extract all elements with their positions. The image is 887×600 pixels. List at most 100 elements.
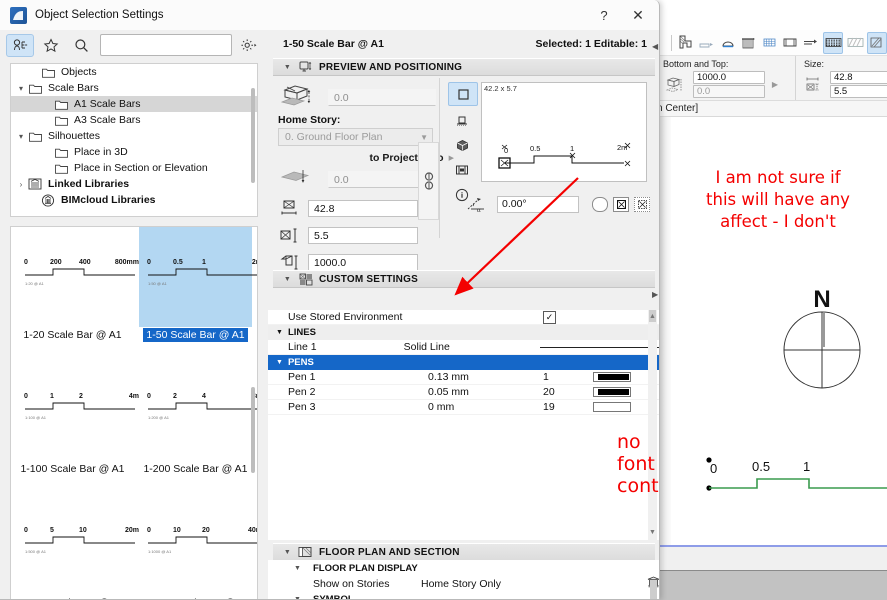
library-settings-gear-icon[interactable] bbox=[236, 35, 262, 56]
floor-plan-row-control[interactable] bbox=[529, 576, 659, 591]
tree-item-place-in-3d[interactable]: Place in 3D bbox=[11, 144, 257, 160]
top-value-field[interactable]: 0.0 bbox=[693, 85, 765, 98]
home-story-select[interactable]: 0. Ground Floor Plan ▼ bbox=[278, 128, 433, 146]
tree-item-scale-bars[interactable]: ▾ Scale Bars bbox=[11, 80, 257, 96]
preview-mode-iconbar[interactable] bbox=[448, 82, 478, 209]
library-item[interactable]: 0 200 400 800mm 1:20 @ A1 1-20 Scale Bar @ A1 bbox=[11, 227, 139, 361]
mirror-x-button[interactable] bbox=[613, 196, 629, 212]
library-item[interactable]: 0 0.5 1 2m 1:50 @ A1 1-50 Scale Bar @ A1 bbox=[134, 227, 257, 361]
tree-item-silhouettes[interactable]: ▾ Silhouettes bbox=[11, 128, 257, 144]
width-field[interactable]: 42.8 bbox=[308, 199, 418, 217]
settings-row[interactable]: Pen 2 0.05 mm 20 bbox=[268, 385, 659, 400]
custom-settings-group-pens[interactable]: ▼ PENS bbox=[268, 355, 659, 370]
custom-settings-list[interactable]: Use Stored Environment ✓ ▼ LINES Line 1 Sol… bbox=[268, 310, 659, 540]
tree-twisty-icon[interactable]: ▾ bbox=[15, 132, 27, 141]
library-item[interactable]: 051020m1:500 @ A11-500 Scale Bar @ A1 bbox=[11, 495, 139, 599]
settings-row-number[interactable]: 19 bbox=[543, 401, 593, 413]
library-item-thumbnail[interactable]: 0 200 400 800mm 1:20 @ A1 bbox=[16, 227, 139, 327]
search-icon[interactable] bbox=[68, 35, 94, 56]
beam-tool-icon[interactable] bbox=[781, 33, 799, 53]
mirror-y-button[interactable] bbox=[634, 196, 650, 212]
help-button[interactable]: ? bbox=[587, 1, 621, 29]
settings-row-value[interactable]: 0 mm bbox=[428, 401, 543, 413]
tree-item-bimcloud-libraries[interactable]: BIMcloud Libraries bbox=[11, 192, 257, 208]
library-item[interactable]: 0 1 2 4m 1:100 @ A1 1-100 Scale Bar @ A1 bbox=[11, 361, 139, 495]
close-button[interactable]: ✕ bbox=[621, 1, 655, 29]
roof-tool-icon[interactable] bbox=[719, 33, 737, 53]
custom-settings-group-lines[interactable]: ▼ LINES bbox=[268, 325, 659, 340]
pen-color-swatch[interactable] bbox=[593, 372, 631, 382]
mirror-none-button[interactable] bbox=[592, 196, 608, 212]
grid-scrollbar[interactable] bbox=[251, 387, 255, 473]
custom-settings-section-header[interactable]: ▼ CUSTOM SETTINGS bbox=[273, 270, 655, 288]
library-item-thumbnail[interactable]: 0 1 2 4m 1:100 @ A1 bbox=[16, 361, 139, 461]
fill-hatch-tool-icon[interactable] bbox=[823, 31, 844, 54]
floor-plan-section-header[interactable]: ▼ FLOOR PLAN AND SECTION bbox=[273, 543, 655, 561]
tree-scrollbar[interactable] bbox=[251, 88, 255, 183]
use-stored-environment-checkbox[interactable]: ✓ bbox=[543, 310, 556, 324]
settings-row[interactable]: Pen 3 0 mm 19 bbox=[268, 400, 659, 415]
scroll-down-arrow-icon[interactable]: ▼ bbox=[648, 528, 657, 537]
tree-item-objects[interactable]: Objects bbox=[11, 64, 257, 80]
preview-2d-symbol-icon[interactable] bbox=[448, 82, 478, 106]
object-preview[interactable]: 42.2 x 5.7 0 0.5 1 2m bbox=[481, 82, 647, 182]
library-item-grid[interactable]: 0 200 400 800mm 1:20 @ A1 1-20 Scale Bar @ A1… bbox=[10, 226, 258, 599]
library-item-thumbnail[interactable]: 0 10 20 40m 1:1000 @ A1 bbox=[139, 495, 257, 595]
library-item-thumbnail[interactable]: 0248m1:200 @ A1 bbox=[139, 361, 257, 461]
slab-tool-icon[interactable] bbox=[698, 33, 716, 53]
floor-plan-subgroup-symbol[interactable]: ▼ SYMBOL bbox=[268, 591, 659, 600]
settings-row-value[interactable]: 0.13 mm bbox=[428, 371, 543, 383]
settings-row[interactable]: Line 1 Solid Line bbox=[268, 340, 659, 355]
preview-positioning-section-header[interactable]: ▼ PREVIEW AND POSITIONING bbox=[273, 58, 655, 76]
search-input[interactable] bbox=[101, 35, 231, 55]
library-item-thumbnail[interactable]: 0 5 10 20m 1:500 @ A1 bbox=[16, 495, 139, 595]
settings-row-swatch[interactable] bbox=[540, 346, 659, 348]
panel-collapse-right-icon[interactable]: ▶ bbox=[652, 290, 659, 300]
pen-color-swatch[interactable] bbox=[593, 387, 631, 397]
use-stored-environment-checkbox-cell[interactable]: ✓ bbox=[543, 310, 593, 324]
fill-edge-tool-icon[interactable] bbox=[867, 31, 887, 54]
floor-plan-settings-list[interactable]: ▼ FLOOR PLAN DISPLAY Show on Stories Home S… bbox=[268, 560, 659, 600]
use-stored-environment-row[interactable]: Use Stored Environment ✓ bbox=[268, 310, 659, 325]
pen-color-swatch[interactable] bbox=[593, 402, 631, 412]
library-search-box[interactable] bbox=[100, 34, 232, 56]
column-tool-icon[interactable] bbox=[740, 33, 758, 53]
bottom-value-field[interactable]: 1000.0 bbox=[693, 71, 765, 84]
tree-item-linked-libraries[interactable]: › Linked Libraries bbox=[11, 176, 257, 192]
corner-tool-icon[interactable] bbox=[677, 33, 695, 53]
preview-elevation-icon[interactable] bbox=[448, 109, 476, 131]
floor-plan-scrollbar[interactable] bbox=[650, 580, 657, 599]
fill-light-tool-icon[interactable] bbox=[846, 33, 864, 53]
settings-row-number[interactable]: 20 bbox=[543, 386, 593, 398]
tree-item-a1-scale-bars[interactable]: A1 Scale Bars bbox=[11, 96, 257, 112]
library-tree[interactable]: Objects ▾ Scale Bars A1 Scale Bars A3 Scale … bbox=[10, 63, 258, 217]
height-field[interactable]: 5.5 bbox=[308, 226, 418, 244]
floor-plan-subgroup-floor-plan-display[interactable]: ▼ FLOOR PLAN DISPLAY bbox=[268, 560, 659, 576]
floor-plan-row[interactable]: Show on Stories Home Story Only bbox=[268, 576, 659, 591]
settings-row[interactable]: Pen 1 0.13 mm 1 bbox=[268, 370, 659, 385]
tree-twisty-icon[interactable]: ▾ bbox=[15, 84, 27, 93]
settings-row-number[interactable]: 1 bbox=[543, 371, 593, 383]
library-item-thumbnail[interactable]: 0 0.5 1 2m 1:50 @ A1 bbox=[139, 227, 257, 327]
grid-tool-icon[interactable] bbox=[761, 33, 779, 53]
library-item[interactable]: 0 10 20 40m 1:1000 @ A1 1-1000 Scale Bar @ A1 bbox=[134, 495, 257, 599]
background-info-bar[interactable]: Bottom and Top: 1000.0 0.0 ▶ Size: 42.8 bbox=[655, 56, 887, 101]
tree-item-a3-scale-bars[interactable]: A3 Scale Bars bbox=[11, 112, 257, 128]
arrow-tool-icon[interactable] bbox=[802, 33, 820, 53]
scroll-up-arrow-icon[interactable]: ▲ bbox=[648, 312, 657, 321]
settings-row-value[interactable]: Solid Line bbox=[404, 341, 499, 353]
size-height-field[interactable]: 5.5 bbox=[830, 85, 887, 98]
angle-field[interactable]: 0.00° bbox=[497, 195, 579, 213]
depth-field[interactable]: 1000.0 bbox=[308, 253, 418, 271]
size-width-field[interactable]: 42.8 bbox=[830, 71, 887, 84]
floor-plan-row-value[interactable]: Home Story Only bbox=[421, 578, 529, 590]
custom-settings-scrollbar[interactable] bbox=[648, 310, 657, 540]
favorites-star-icon[interactable] bbox=[38, 35, 64, 56]
proportional-link-toggle[interactable] bbox=[418, 142, 439, 220]
panel-collapse-left-icon[interactable]: ◀ bbox=[652, 42, 659, 52]
background-toolbar[interactable] bbox=[655, 30, 887, 56]
expand-arrow-icon[interactable]: ▶ bbox=[769, 79, 781, 91]
tree-twisty-icon[interactable]: › bbox=[15, 180, 27, 189]
settings-row-value[interactable]: 0.05 mm bbox=[428, 386, 543, 398]
tree-item-place-in-section-or-elevation[interactable]: Place in Section or Elevation bbox=[11, 160, 257, 176]
